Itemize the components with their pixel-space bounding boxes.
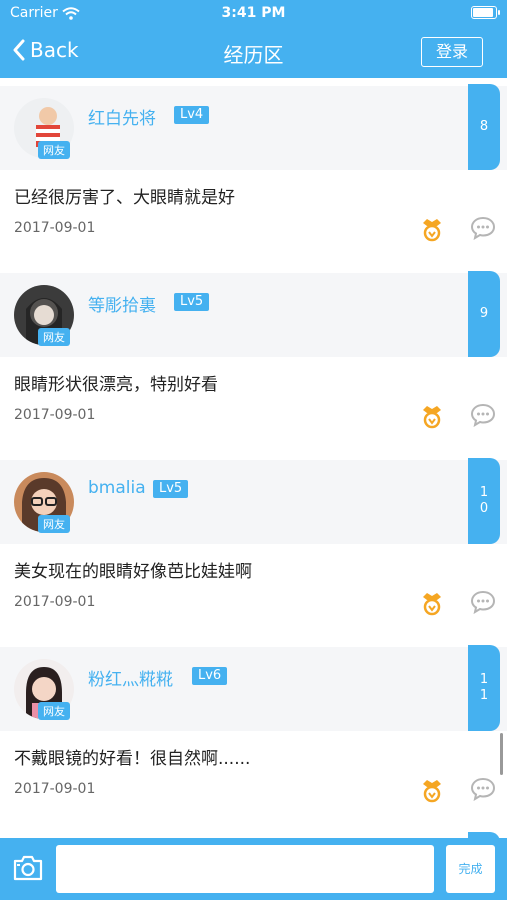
composer-bar: 完成 — [0, 838, 507, 900]
comment-date: 2017-09-01 — [14, 407, 96, 423]
comment-icon[interactable] — [470, 403, 496, 427]
comment-item: 网友 等彫拾裏 Lv5 9 眼睛形状很漂亮，特别好看 2017-09-01 — [0, 265, 507, 452]
scrollbar[interactable] — [500, 733, 503, 775]
medal-icon[interactable] — [420, 216, 444, 242]
comment-text: 眼睛形状很漂亮，特别好看 — [14, 375, 218, 395]
comment-header: 网友 红白先将 Lv4 — [0, 86, 507, 170]
username[interactable]: 红白先将 — [88, 104, 156, 129]
comment-item: 网友 红白先将 Lv4 8 已经很厉害了、大眼睛就是好 2017-09-01 — [0, 78, 507, 265]
user-tag: 网友 — [38, 515, 70, 533]
comment-text: 已经很厉害了、大眼睛就是好 — [14, 188, 235, 208]
level-badge: Lv4 — [174, 106, 210, 124]
medal-icon[interactable] — [420, 590, 444, 616]
comment-date: 2017-09-01 — [14, 220, 96, 236]
comment-header: 网友 bmalia Lv5 — [0, 460, 507, 544]
medal-icon[interactable] — [420, 403, 444, 429]
comment-icon[interactable] — [470, 590, 496, 614]
user-tag: 网友 — [38, 328, 70, 346]
comment-icon[interactable] — [470, 777, 496, 801]
floor-number-text: 11 — [479, 672, 489, 703]
login-button[interactable]: 登录 — [421, 37, 483, 67]
floor-number-text: 10 — [479, 485, 489, 516]
user-tag: 网友 — [38, 141, 70, 159]
comment-date: 2017-09-01 — [14, 781, 96, 797]
username[interactable]: 等彫拾裏 — [88, 291, 156, 316]
username[interactable]: bmalia — [88, 478, 146, 498]
floor-number: 11 — [468, 645, 500, 731]
username[interactable]: 粉红灬糀糀 — [88, 665, 173, 690]
status-bar: Carrier 3:41 PM — [0, 0, 507, 28]
medal-icon[interactable] — [420, 777, 444, 803]
done-button[interactable]: 完成 — [446, 845, 495, 893]
comment-icon[interactable] — [470, 216, 496, 240]
comment-item: 网友 bmalia Lv5 10 美女现在的眼睛好像芭比娃娃啊 2017-09-… — [0, 452, 507, 639]
comment-header: 网友 粉红灬糀糀 Lv6 — [0, 647, 507, 731]
user-tag: 网友 — [38, 702, 70, 720]
comment-text: 美女现在的眼睛好像芭比娃娃啊 — [14, 562, 252, 582]
level-badge: Lv5 — [153, 480, 189, 498]
battery-icon — [471, 6, 500, 19]
comment-input[interactable] — [56, 845, 434, 893]
floor-number: 8 — [468, 84, 500, 170]
comment-item: 网友 粉红灬糀糀 Lv6 11 不戴眼镜的好看！很自然啊...... 2017-… — [0, 639, 507, 826]
level-badge: Lv5 — [174, 293, 210, 311]
top-bar: Carrier 3:41 PM Back 经历区 登录 — [0, 0, 507, 78]
floor-number: 10 — [468, 458, 500, 544]
navigation-bar: Back 经历区 登录 — [0, 28, 507, 78]
comment-text: 不戴眼镜的好看！很自然啊...... — [14, 749, 251, 769]
comment-date: 2017-09-01 — [14, 594, 96, 610]
camera-icon[interactable] — [12, 854, 44, 882]
status-time: 3:41 PM — [221, 5, 286, 21]
floor-number: 9 — [468, 271, 500, 357]
comment-feed[interactable]: 网友 红白先将 Lv4 8 已经很厉害了、大眼睛就是好 2017-09-01 网… — [0, 78, 507, 838]
comment-header: 网友 等彫拾裏 Lv5 — [0, 273, 507, 357]
level-badge: Lv6 — [192, 667, 228, 685]
